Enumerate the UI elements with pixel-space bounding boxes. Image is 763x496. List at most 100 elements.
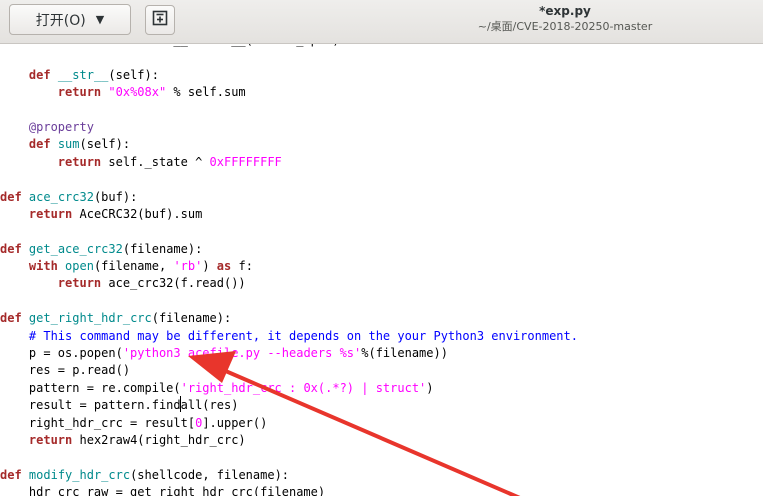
code-line[interactable]: def get_ace_crc32(filename): [0, 241, 578, 258]
code-token: f: [231, 259, 253, 274]
code-line[interactable]: right_hdr_crc = result[0].upper() [0, 415, 578, 432]
code-token: ace_crc32(f.read()) [101, 276, 246, 291]
code-view[interactable]: return self.sum.__format__(format_spec) ​… [0, 44, 578, 496]
code-line[interactable]: with open(filename, 'rb') as f: [0, 258, 578, 275]
code-token: result = pattern.findall(res) [0, 398, 239, 413]
code-line[interactable]: def __str__(self): [0, 67, 578, 84]
code-token: res = p.read() [0, 363, 131, 378]
new-tab-button[interactable] [145, 5, 175, 35]
code-line[interactable]: ​ [0, 223, 578, 240]
code-token: 0xFFFFFFFF [209, 154, 282, 169]
code-token: # This command may be different, it depe… [28, 328, 578, 343]
code-token: ].upper() [202, 415, 268, 430]
code-token: (filename): [122, 241, 203, 256]
code-token: (buf): [93, 189, 138, 204]
code-token: %(filename)) [361, 346, 448, 361]
code-token: return [57, 276, 102, 291]
file-title: *exp.py [539, 4, 591, 18]
code-line[interactable]: result = pattern.findall(res) [0, 397, 578, 414]
code-line[interactable]: # This command may be different, it depe… [0, 328, 578, 345]
code-token: def [0, 311, 22, 326]
code-token: return [28, 206, 73, 221]
text-cursor [180, 396, 181, 412]
code-token: with [28, 259, 58, 274]
window-title-block: *exp.py ~/桌面/CVE-2018-20250-master [440, 4, 690, 35]
code-editor[interactable]: return self.sum.__format__(format_spec) ​… [0, 44, 763, 496]
code-line[interactable]: res = p.read() [0, 362, 578, 379]
file-path: ~/桌面/CVE-2018-20250-master [477, 20, 653, 33]
code-line[interactable]: return "0x%08x" % self.sum [0, 84, 578, 101]
code-token: pattern = re.compile( [0, 380, 181, 395]
code-line[interactable]: ​ [0, 449, 578, 466]
code-token: def [0, 467, 22, 482]
code-token: as [216, 259, 232, 274]
code-line[interactable]: return self._state ^ 0xFFFFFFFF [0, 154, 578, 171]
code-token: hex2raw4(right_hdr_crc) [72, 432, 246, 447]
code-token: return [57, 154, 102, 169]
code-line[interactable]: p = os.popen('python3 acefile.py --heade… [0, 345, 578, 362]
code-token: return [57, 85, 102, 100]
code-token: p = os.popen( [0, 346, 123, 361]
code-token: ace_crc32 [28, 189, 94, 204]
code-token: @property [28, 119, 94, 134]
code-line[interactable]: @property [0, 119, 578, 136]
new-tab-icon [152, 10, 168, 30]
code-line[interactable]: ​ [0, 171, 578, 188]
code-token: "0x%08x" [108, 85, 167, 100]
code-token: modify_hdr_crc [28, 467, 131, 482]
code-token: AceCRC32(buf).sum [72, 206, 203, 221]
code-token: ) [426, 380, 434, 395]
code-token: hdr_crc_raw = get_right_hdr_crc(filename… [0, 485, 326, 496]
code-token: right_hdr_crc = result[ [0, 415, 196, 430]
code-token: __str__ [57, 67, 109, 82]
open-button[interactable]: 打开(O) ▼ [9, 4, 131, 35]
code-line[interactable]: def modify_hdr_crc(shellcode, filename): [0, 467, 578, 484]
code-token: self._state ^ [101, 154, 210, 169]
open-button-label: 打开(O) [35, 12, 86, 29]
chevron-down-icon: ▼ [95, 13, 105, 26]
code-token: 'python3 acefile.py --headers %s' [122, 346, 362, 361]
code-line[interactable]: hdr_crc_raw = get_right_hdr_crc(filename… [0, 484, 578, 496]
code-line[interactable]: def sum(self): [0, 136, 578, 153]
code-line[interactable]: return hex2raw4(right_hdr_crc) [0, 432, 578, 449]
code-token: self.sum.__format__(format_spec) [101, 44, 339, 47]
code-line[interactable]: def get_right_hdr_crc(filename): [0, 310, 578, 327]
code-token: open [65, 259, 94, 274]
code-token: (filename, [93, 259, 174, 274]
code-token: def [0, 241, 22, 256]
code-token: return [28, 432, 73, 447]
code-token: (filename): [151, 311, 232, 326]
code-token: def [28, 67, 51, 82]
code-token: def [28, 137, 51, 152]
code-token: (self): [108, 67, 159, 82]
code-token: get_right_hdr_crc [28, 311, 152, 326]
code-line[interactable]: def ace_crc32(buf): [0, 189, 578, 206]
code-line[interactable]: ​ [0, 293, 578, 310]
code-token: 'right_hdr_crc : 0x(.*?) | struct' [180, 380, 427, 395]
code-token: % self.sum [166, 85, 246, 100]
code-line[interactable]: return ace_crc32(f.read()) [0, 275, 578, 292]
code-line[interactable]: return AceCRC32(buf).sum [0, 206, 578, 223]
code-token: (self): [79, 137, 131, 152]
header-bar: 打开(O) ▼ *exp.py ~/桌面/CVE-2018-20250-mast… [0, 0, 763, 44]
code-line[interactable]: pattern = re.compile('right_hdr_crc : 0x… [0, 380, 578, 397]
code-token: get_ace_crc32 [28, 241, 123, 256]
code-token: 'rb' [173, 259, 203, 274]
code-token: def [0, 189, 22, 204]
code-line[interactable]: ​ [0, 49, 578, 66]
code-line[interactable]: ​ [0, 102, 578, 119]
